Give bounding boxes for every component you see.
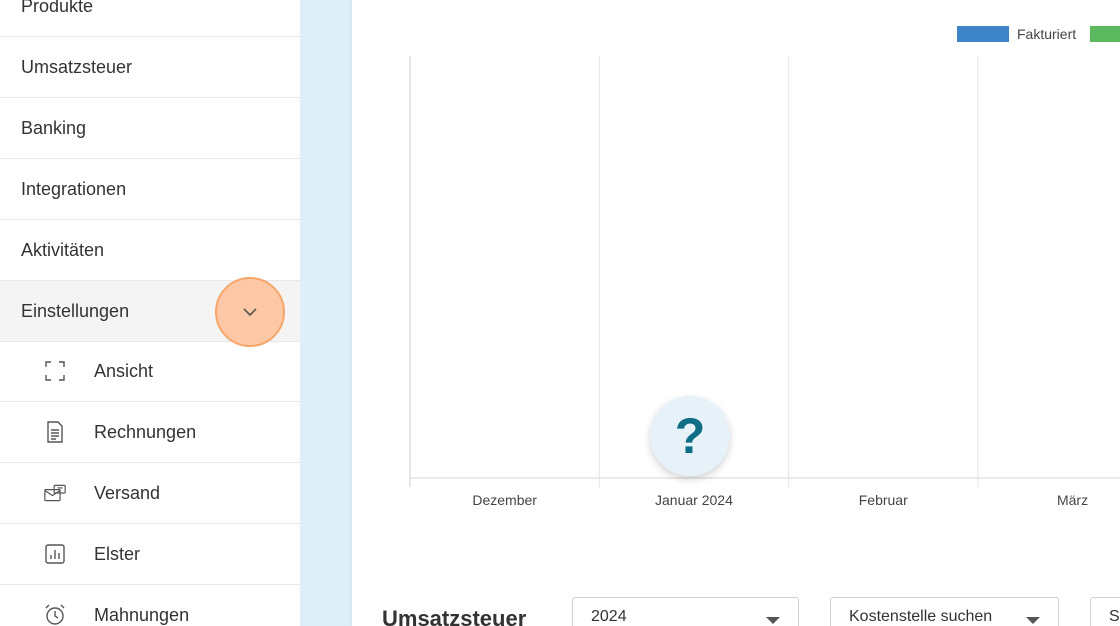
caret-down-icon: [766, 617, 780, 624]
third-select-value: S: [1109, 608, 1120, 625]
x-tick-label: März: [1057, 492, 1088, 508]
sidebar-item-label: Integrationen: [21, 178, 127, 199]
sidebar-subitem-elster[interactable]: Elster: [0, 524, 300, 585]
sidebar-subitem-label: Elster: [94, 543, 141, 564]
sidebar: Produkte Umsatzsteuer Banking Integratio…: [0, 0, 300, 626]
sidebar-item-label: Produkte: [21, 0, 94, 16]
third-select[interactable]: S: [1090, 597, 1120, 626]
sidebar-item-banking[interactable]: Banking: [0, 98, 300, 159]
year-select[interactable]: 2024: [572, 597, 799, 626]
main-panel: Fakturiert Dezember Januar 2024 Februar Mär…: [352, 0, 1120, 626]
document-icon: [44, 421, 66, 443]
sidebar-item-aktivitaeten[interactable]: Aktivitäten: [0, 220, 300, 281]
fullscreen-icon: [44, 360, 66, 382]
sidebar-subitem-versand[interactable]: Versand: [0, 463, 300, 524]
section-title: Umsatzsteuer: [382, 606, 527, 626]
sidebar-subitem-ansicht[interactable]: Ansicht: [0, 341, 300, 402]
sidebar-item-label: Umsatzsteuer: [21, 56, 133, 77]
einstellungen-expand-toggle[interactable]: [215, 277, 285, 347]
sidebar-subitem-mahnungen[interactable]: Mahnungen: [0, 585, 300, 626]
year-select-value: 2024: [591, 608, 627, 625]
x-tick-label: Dezember: [472, 492, 537, 508]
help-button[interactable]: ?: [650, 396, 730, 476]
alarm-clock-icon: [44, 604, 66, 626]
sidebar-subitem-label: Versand: [94, 482, 161, 503]
bar-chart: Dezember Januar 2024 Februar März: [409, 56, 1120, 508]
sidebar-subitem-label: Rechnungen: [94, 421, 197, 442]
question-mark-icon: ?: [674, 408, 706, 464]
sidebar-item-umsatzsteuer[interactable]: Umsatzsteuer: [0, 37, 300, 98]
cost-center-select[interactable]: Kostenstelle suchen: [830, 597, 1059, 626]
chevron-down-icon: [243, 308, 257, 317]
sidebar-item-integrationen[interactable]: Integrationen: [0, 159, 300, 220]
x-tick-label: Januar 2024: [655, 492, 733, 508]
sidebar-subitem-rechnungen[interactable]: Rechnungen: [0, 402, 300, 463]
caret-down-icon: [1026, 617, 1040, 624]
chart-icon: [44, 543, 66, 565]
x-tick-label: Februar: [859, 492, 908, 508]
sidebar-item-produkte[interactable]: Produkte: [0, 0, 300, 37]
mail-icon: [44, 482, 66, 504]
cost-center-placeholder: Kostenstelle suchen: [849, 608, 993, 625]
sidebar-subitem-label: Ansicht: [94, 360, 154, 381]
sidebar-subitem-label: Mahnungen: [94, 604, 190, 625]
sidebar-item-label: Banking: [21, 117, 87, 138]
sidebar-item-label: Einstellungen: [21, 300, 130, 321]
sidebar-item-label: Aktivitäten: [21, 239, 105, 260]
